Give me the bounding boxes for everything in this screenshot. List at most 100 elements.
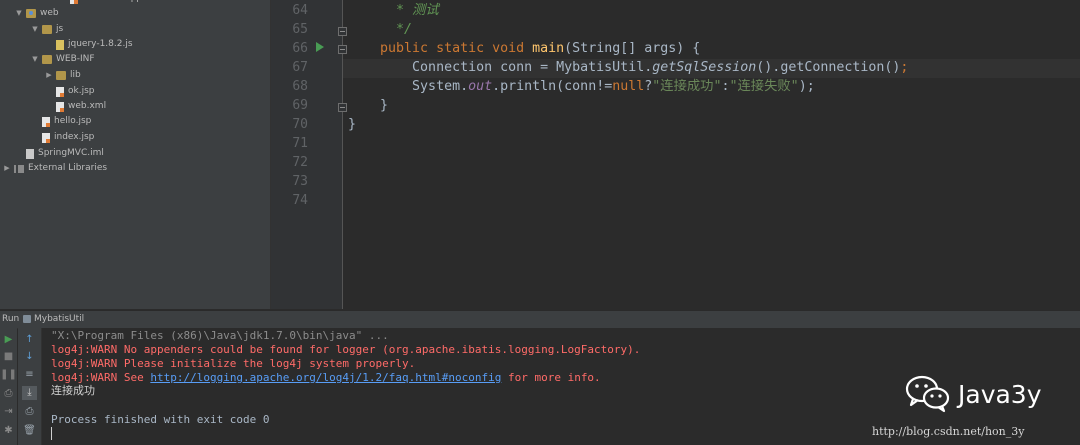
expand-arrow-icon[interactable]: ▼ — [30, 52, 40, 67]
line-number: 70 — [292, 117, 308, 132]
warning-text: log4j:WARN See — [51, 371, 151, 384]
tree-item[interactable]: index.jsp — [30, 130, 94, 145]
tree-item[interactable]: SpringMVC.iml — [14, 146, 104, 161]
soft-wrap-icon[interactable]: ≡ — [23, 368, 36, 381]
string-literal: "连接成功" — [652, 79, 722, 94]
static-call: getSqlSession — [652, 60, 757, 75]
tree-item[interactable]: web.xml — [44, 99, 106, 114]
code-line-67: Connection conn = MybatisUtil.getSqlSess… — [348, 58, 908, 77]
file-jsp-icon — [56, 86, 64, 97]
exit-icon[interactable]: ⇥ — [2, 405, 15, 418]
tree-item-label: External Libraries — [28, 163, 108, 173]
code-line-68: System.out.println(conn!=null?"连接成功":"连接… — [348, 77, 815, 96]
line-number: 64 — [292, 3, 308, 18]
tree-item[interactable]: ▼ js — [30, 22, 63, 37]
warning-text: for more info. — [501, 371, 601, 384]
tree-item-label: SpringMVC.iml — [38, 148, 104, 158]
fold-icon[interactable] — [338, 27, 347, 36]
project-tree-panel: StudentMapper.xml▼web▼jsjquery-1.8.2.js▼… — [0, 0, 271, 309]
tree-item[interactable]: ▼ WEB-INF — [30, 52, 95, 67]
print-icon[interactable]: ⎙ — [23, 405, 36, 418]
closing-brace: } — [348, 117, 357, 132]
tree-item[interactable]: ok.jsp — [44, 84, 94, 99]
file-jsp-icon — [42, 116, 50, 127]
console-warning: log4j:WARN No appenders could be found f… — [51, 343, 641, 356]
line-number: 74 — [292, 193, 308, 208]
code-line-65: */ — [348, 20, 412, 39]
static-field: out — [468, 79, 493, 94]
tree-item[interactable]: hello.jsp — [30, 114, 91, 129]
console-warning: log4j:WARN Please initialize the log4j s… — [51, 357, 416, 370]
method-name: main — [532, 41, 565, 56]
tree-item[interactable]: ▼ web — [14, 6, 59, 21]
rerun-icon[interactable]: ▶ — [2, 333, 15, 346]
semicolon: ; — [900, 60, 909, 75]
faq-link[interactable]: http://logging.apache.org/log4j/1.2/faq.… — [150, 371, 501, 384]
run-toolbar-secondary: ↑ ↓ ≡ ⤓ ⎙ 🗑 — [18, 328, 42, 445]
watermark-url: http://blog.csdn.net/hon_3y — [872, 425, 1025, 438]
tree-item-label: ok.jsp — [68, 86, 95, 96]
code-line-69: } — [348, 96, 388, 115]
code-line-66: public static void main(String[] args) { — [348, 39, 700, 58]
folder-icon — [42, 55, 52, 64]
tree-item[interactable]: jquery-1.8.2.js — [44, 37, 133, 52]
collapse-arrow-icon[interactable]: ▶ — [44, 68, 54, 83]
tree-item[interactable]: ▶ lib — [44, 68, 81, 83]
run-tab-title[interactable]: Run — [2, 311, 19, 328]
pin-icon[interactable]: ✱ — [2, 424, 15, 437]
scroll-up-icon[interactable]: ↑ — [23, 333, 36, 346]
method-signature: (String[] args) { — [564, 41, 701, 56]
console-exit-message: Process finished with exit code 0 — [51, 413, 270, 426]
tree-item-label: WEB-INF — [56, 54, 95, 64]
fold-icon[interactable] — [338, 103, 347, 112]
tree-item-label: web.xml — [68, 101, 107, 111]
dump-threads-icon[interactable]: ⎙ — [2, 387, 15, 400]
scroll-to-end-icon[interactable]: ⤓ — [22, 386, 37, 400]
collapse-arrow-icon[interactable]: ▶ — [2, 161, 12, 176]
run-main-gutter-icon[interactable] — [316, 42, 324, 52]
folder-icon — [42, 25, 52, 34]
keywords: public static void — [380, 41, 533, 56]
fold-icon[interactable] — [338, 45, 347, 54]
console-program-output: 连接成功 — [51, 384, 95, 397]
code-text: .println(conn!= — [492, 79, 613, 94]
run-tool-window-header: Run MybatisUtil — [0, 310, 1080, 329]
line-number: 69 — [292, 98, 308, 113]
tree-item-label: jquery-1.8.2.js — [68, 39, 133, 49]
doc-comment: * 测试 — [396, 3, 439, 18]
line-number: 73 — [292, 174, 308, 189]
line-number: 66 — [292, 41, 308, 56]
pause-icon[interactable]: ❚❚ — [0, 368, 17, 381]
file-xml-icon — [70, 0, 78, 4]
code-text: Connection conn = MybatisUtil. — [412, 60, 653, 75]
code-text: System. — [412, 79, 469, 94]
scroll-down-icon[interactable]: ↓ — [23, 350, 36, 363]
run-config-icon — [23, 315, 31, 323]
line-number: 71 — [292, 136, 308, 151]
tree-item-label: web — [40, 8, 59, 18]
file-xml-icon — [56, 101, 64, 112]
console-caret — [51, 427, 52, 440]
line-number: 68 — [292, 79, 308, 94]
tree-item-label: lib — [70, 70, 81, 80]
clear-all-icon[interactable]: 🗑 — [23, 424, 36, 437]
folder-icon — [56, 71, 66, 80]
file-iml-icon — [26, 148, 34, 159]
tree-item-label: index.jsp — [54, 132, 95, 142]
closing-brace: } — [380, 98, 389, 113]
run-toolbar-primary: ▶ ■ ❚❚ ⎙ ⇥ ✱ — [0, 328, 17, 445]
folder-web-icon — [26, 9, 36, 18]
wechat-logo-icon — [905, 375, 950, 413]
null-keyword: null — [612, 79, 645, 94]
run-config-tab[interactable]: MybatisUtil — [34, 311, 84, 328]
line-number: 65 — [292, 22, 308, 37]
expand-arrow-icon[interactable]: ▼ — [30, 22, 40, 37]
tree-item[interactable]: StudentMapper.xml — [58, 0, 170, 6]
stop-icon[interactable]: ■ — [2, 350, 15, 363]
tree-item-label: hello.jsp — [54, 116, 92, 126]
code-line-70: } — [348, 115, 356, 134]
expand-arrow-icon[interactable]: ▼ — [14, 6, 24, 21]
tree-item[interactable]: ▶ External Libraries — [2, 161, 107, 176]
line-number: 72 — [292, 155, 308, 170]
code-text: ); — [798, 79, 815, 94]
